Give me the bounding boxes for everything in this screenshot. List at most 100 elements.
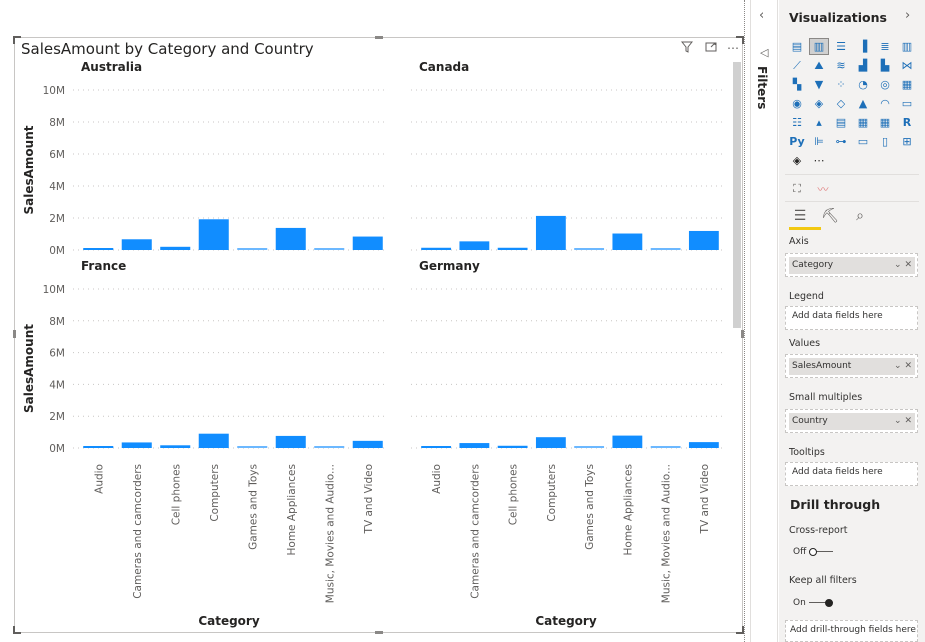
small-multiples-well[interactable]: Country ⌄ ✕ — [785, 409, 918, 433]
card-icon[interactable]: ▭ — [897, 95, 917, 112]
bar-chart-visual[interactable]: SalesAmount by Category and Country ⋯ Au… — [13, 36, 744, 634]
x-axis-title: Category — [535, 614, 597, 628]
fields-tab-icon[interactable]: ☰ — [789, 206, 811, 226]
line-clustered-column-chart-icon[interactable]: ▟ — [853, 57, 873, 74]
tooltips-placeholder: Add data fields here — [792, 467, 883, 477]
cross-report-toggle[interactable]: Off — [793, 547, 834, 557]
toggle-switch-on[interactable] — [808, 599, 833, 607]
keep-filters-toggle[interactable]: On — [793, 598, 833, 608]
chevron-down-icon[interactable]: ⌄ — [894, 361, 902, 371]
category-label: Cameras and camcorders — [469, 464, 481, 599]
table-icon[interactable]: ▦ — [853, 114, 873, 131]
shape-map-icon[interactable]: ◇ — [831, 95, 851, 112]
stacked-column-chart-icon[interactable]: ▥ — [809, 38, 829, 55]
values-well[interactable]: SalesAmount ⌄ ✕ — [785, 354, 918, 378]
chevron-down-icon[interactable]: ⌄ — [894, 416, 902, 426]
more-visuals-icon[interactable]: ⋯ — [809, 152, 829, 169]
axis-well[interactable]: Category ⌄ ✕ — [785, 253, 918, 277]
100-stacked-column-chart-icon[interactable]: ▥ — [897, 38, 917, 55]
close-icon[interactable]: ✕ — [904, 361, 912, 371]
bar-canada-3 — [535, 215, 566, 250]
filled-map-icon[interactable]: ◈ — [809, 95, 829, 112]
ribbon-chart-icon[interactable]: ⋈ — [897, 57, 917, 74]
treemap-icon[interactable]: ▦ — [897, 76, 917, 93]
kpi-icon[interactable]: ▴ — [809, 114, 829, 131]
y-tick-label: 2M — [49, 411, 65, 423]
y-tick-label: 8M — [49, 316, 65, 328]
axis-field-pill[interactable]: Category ⌄ ✕ — [789, 257, 915, 274]
tooltips-well[interactable]: Add data fields here — [785, 462, 918, 486]
bar-germany-3 — [535, 437, 566, 448]
pane-tabs: ☰ ⛏ ⌕ — [789, 206, 871, 226]
y-tick-label: 0M — [49, 443, 65, 455]
stacked-bar-chart-icon[interactable]: ▤ — [787, 38, 807, 55]
canvas-edge — [744, 0, 745, 642]
chevron-right-icon[interactable]: › — [905, 8, 910, 23]
close-icon[interactable]: ✕ — [904, 416, 912, 426]
line-stacked-column-chart-icon[interactable]: ▙ — [875, 57, 895, 74]
azure-map-icon[interactable]: ▲ — [853, 95, 873, 112]
y-tick-label: 2M — [49, 213, 65, 225]
paginated-report-icon[interactable]: ⊞ — [897, 133, 917, 150]
category-label: Home Appliances — [622, 464, 634, 556]
waterfall-chart-icon[interactable]: ▚ — [787, 76, 807, 93]
analytics-tab-icon[interactable]: ⌕ — [849, 206, 871, 226]
toggle-switch-off[interactable] — [809, 548, 834, 556]
power-apps-icon[interactable]: ◈ — [787, 152, 807, 169]
bar-australia-7 — [352, 236, 383, 250]
legend-well[interactable]: Add data fields here — [785, 306, 918, 330]
bar-germany-5 — [612, 435, 643, 448]
field-controls[interactable]: ⌄ ✕ — [894, 358, 912, 375]
clustered-bar-chart-icon[interactable]: ☰ — [831, 38, 851, 55]
key-influencers-icon[interactable]: ⊫ — [809, 133, 829, 150]
format-painter-icon[interactable]: ⛶ — [787, 180, 807, 197]
slicer-icon[interactable]: ▤ — [831, 114, 851, 131]
category-label: Games and Toys — [584, 464, 596, 550]
chevron-down-icon[interactable]: ⌄ — [894, 260, 902, 270]
filter-icon: ◁ — [760, 46, 769, 59]
bar-france-0 — [83, 446, 114, 448]
smart-narrative-icon[interactable]: ▯ — [875, 133, 895, 150]
qa-icon[interactable]: ▭ — [853, 133, 873, 150]
category-label: Cell phones — [508, 464, 520, 525]
keep-filters-state: On — [793, 598, 806, 608]
line-sparkline-icon[interactable]: 〰 — [813, 180, 833, 197]
values-field-pill[interactable]: SalesAmount ⌄ ✕ — [789, 358, 915, 375]
filters-pane-collapsed[interactable]: ‹ ◁ Filters — [750, 0, 778, 642]
python-visual-icon[interactable]: Py — [787, 133, 807, 150]
field-controls[interactable]: ⌄ ✕ — [894, 413, 912, 430]
keep-filters-label: Keep all filters — [789, 575, 857, 586]
r-visual-icon[interactable]: R — [897, 114, 917, 131]
stacked-area-chart-icon[interactable]: ≋ — [831, 57, 851, 74]
bar-france-2 — [160, 445, 191, 448]
category-label: Audio — [431, 464, 443, 494]
decomposition-tree-icon[interactable]: ⊶ — [831, 133, 851, 150]
gauge-icon[interactable]: ◠ — [875, 95, 895, 112]
scatter-chart-icon[interactable]: ⁘ — [831, 76, 851, 93]
map-icon[interactable]: ◉ — [787, 95, 807, 112]
line-chart-icon[interactable]: ⟋ — [787, 57, 807, 74]
bar-canada-4 — [574, 248, 605, 250]
y-tick-label: 10M — [43, 85, 65, 97]
category-label: TV and Video — [699, 464, 711, 534]
bar-canada-7 — [688, 230, 719, 250]
category-label: Computers — [209, 464, 221, 522]
panel-title-france: France — [81, 259, 126, 273]
field-controls[interactable]: ⌄ ✕ — [894, 257, 912, 274]
funnel-chart-icon[interactable]: ▼ — [809, 76, 829, 93]
small-multiples-field-pill[interactable]: Country ⌄ ✕ — [789, 413, 915, 430]
category-label: Home Appliances — [286, 464, 298, 556]
area-chart-icon[interactable]: ⛰ — [809, 57, 829, 74]
format-tab-icon[interactable]: ⛏ — [819, 206, 841, 226]
filters-label[interactable]: Filters — [755, 66, 769, 109]
chevron-left-icon[interactable]: ‹ — [759, 8, 764, 23]
small-multiples-field-name: Country — [792, 416, 828, 426]
clustered-column-chart-icon[interactable]: ▐ — [853, 38, 873, 55]
100-stacked-bar-chart-icon[interactable]: ≣ — [875, 38, 895, 55]
pie-chart-icon[interactable]: ◔ — [853, 76, 873, 93]
donut-chart-icon[interactable]: ◎ — [875, 76, 895, 93]
drill-through-well[interactable]: Add drill-through fields here — [785, 620, 918, 642]
matrix-icon[interactable]: ▦ — [875, 114, 895, 131]
close-icon[interactable]: ✕ — [904, 260, 912, 270]
multi-row-card-icon[interactable]: ☷ — [787, 114, 807, 131]
